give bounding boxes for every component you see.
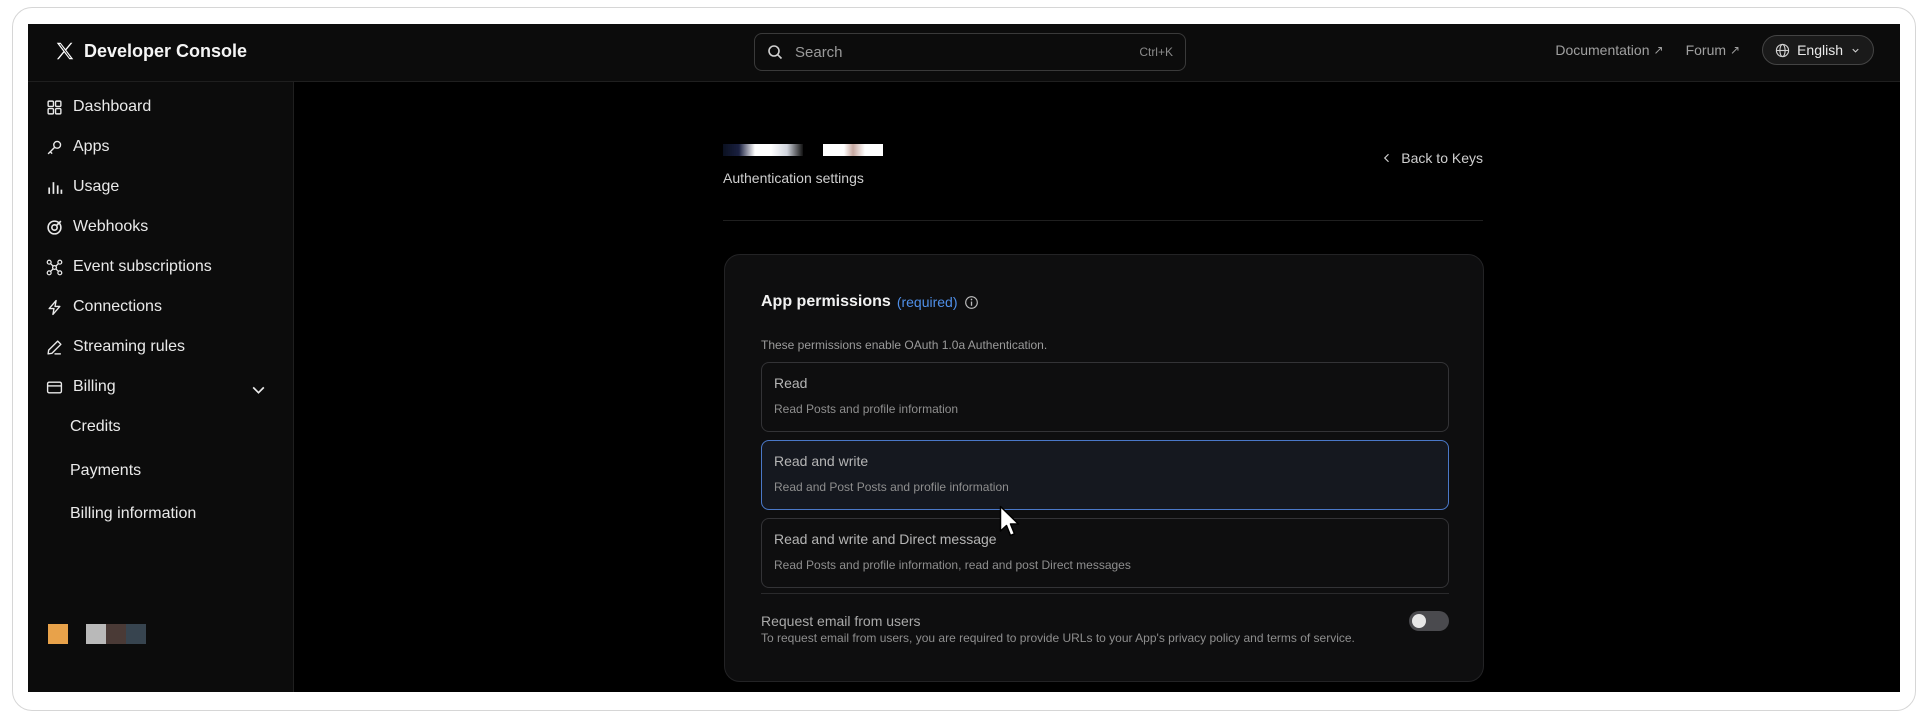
back-to-keys-link[interactable]: Back to Keys xyxy=(1381,150,1483,166)
sidebar-item-label: Event subscriptions xyxy=(73,258,212,275)
sidebar-item-streaming-rules[interactable]: Streaming rules xyxy=(46,332,185,362)
sidebar-subitem-payments[interactable]: Payments xyxy=(70,462,141,480)
sidebar-item-apps[interactable]: Apps xyxy=(46,132,109,162)
sidebar-item-webhooks[interactable]: Webhooks xyxy=(46,212,148,242)
permission-option-read-write-dm[interactable]: Read and write and Direct message Read P… xyxy=(761,518,1449,588)
chevron-left-icon xyxy=(1384,153,1390,163)
sidebar-subitem-billing-information[interactable]: Billing information xyxy=(70,505,196,523)
search-bar[interactable]: Search Ctrl+K xyxy=(754,33,1186,71)
account-avatar-row[interactable] xyxy=(48,624,146,644)
sidebar: Dashboard Apps Usage Webhooks Event subs… xyxy=(28,82,294,692)
brand[interactable]: Developer Console xyxy=(54,40,247,62)
sidebar-item-label: Usage xyxy=(73,178,120,195)
section-divider xyxy=(761,593,1449,594)
option-title: Read and write and Direct message xyxy=(774,531,997,547)
sidebar-item-label: Apps xyxy=(73,138,110,155)
sidebar-item-label: Dashboard xyxy=(73,98,152,115)
language-selector[interactable]: English xyxy=(1762,35,1874,65)
option-title: Read xyxy=(774,375,808,391)
sidebar-item-label: Billing xyxy=(73,378,116,395)
app-permissions-heading: App permissions (required) xyxy=(761,293,979,311)
forum-link-label: Forum xyxy=(1685,42,1727,58)
back-to-keys-label: Back to Keys xyxy=(1401,150,1483,166)
globe-icon xyxy=(1775,43,1790,57)
credit-card-icon xyxy=(46,380,63,394)
search-input[interactable]: Search xyxy=(795,44,1139,61)
search-icon xyxy=(768,45,783,60)
sidebar-item-label: Connections xyxy=(73,298,162,315)
required-label: (required) xyxy=(896,294,958,310)
grid-icon xyxy=(47,99,62,115)
x-logo-icon xyxy=(56,42,74,60)
account-name-redacted xyxy=(86,624,146,644)
request-email-description: To request email from users, you are req… xyxy=(761,631,1355,645)
lightning-icon xyxy=(48,299,61,315)
sidebar-item-billing[interactable]: Billing xyxy=(46,372,276,402)
nodes-icon xyxy=(46,259,63,275)
brand-title: Developer Console xyxy=(84,40,248,61)
info-icon[interactable] xyxy=(964,295,979,310)
sidebar-item-usage[interactable]: Usage xyxy=(46,172,119,202)
option-title: Read and write xyxy=(774,453,869,469)
developer-console-app: Developer Console Search Ctrl+K Document… xyxy=(28,24,1900,692)
sidebar-item-label: Webhooks xyxy=(73,218,149,235)
option-description: Read and Post Posts and profile informat… xyxy=(774,480,1009,494)
chevron-down-icon[interactable] xyxy=(250,381,267,398)
request-email-toggle[interactable] xyxy=(1409,611,1449,631)
bar-chart-icon xyxy=(48,181,63,194)
language-label: English xyxy=(1797,42,1843,58)
permission-option-read[interactable]: Read Read Posts and profile information xyxy=(761,362,1449,432)
sidebar-item-event-subscriptions[interactable]: Event subscriptions xyxy=(46,252,212,282)
sidebar-item-label: Streaming rules xyxy=(73,338,186,355)
page-header: Authentication settings Back to Keys xyxy=(723,144,1483,204)
sidebar-subitem-credits[interactable]: Credits xyxy=(70,418,121,436)
header-divider xyxy=(723,220,1483,221)
app-permissions-title: App permissions xyxy=(761,293,891,310)
avatar xyxy=(48,624,68,644)
top-links: Documentation ↗ Forum ↗ English xyxy=(1555,35,1874,65)
documentation-link[interactable]: Documentation ↗ xyxy=(1555,42,1663,58)
external-arrow-icon: ↗ xyxy=(1730,43,1741,57)
request-email-title: Request email from users xyxy=(761,613,921,629)
mouse-cursor-icon xyxy=(999,505,1020,537)
page-subtitle: Authentication settings xyxy=(723,170,864,186)
app-name-redacted xyxy=(723,144,1483,156)
sidebar-item-connections[interactable]: Connections xyxy=(46,292,162,322)
pencil-icon xyxy=(47,339,62,355)
key-icon xyxy=(47,140,62,154)
sidebar-item-dashboard[interactable]: Dashboard xyxy=(46,92,151,122)
chevron-down-icon xyxy=(1852,48,1859,53)
top-bar: Developer Console Search Ctrl+K Document… xyxy=(28,24,1900,82)
permission-option-read-and-write[interactable]: Read and write Read and Post Posts and p… xyxy=(761,440,1449,510)
documentation-link-label: Documentation xyxy=(1555,42,1650,58)
permissions-description: These permissions enable OAuth 1.0a Auth… xyxy=(761,338,1048,352)
option-description: Read Posts and profile information, read… xyxy=(774,558,1131,572)
option-description: Read Posts and profile information xyxy=(774,402,959,416)
forum-link[interactable]: Forum ↗ xyxy=(1686,42,1741,58)
toggle-knob xyxy=(1412,614,1426,628)
app-permissions-card: App permissions (required) These permiss… xyxy=(724,254,1484,682)
webhook-icon xyxy=(47,219,62,235)
external-arrow-icon: ↗ xyxy=(1653,43,1664,57)
search-shortcut: Ctrl+K xyxy=(1139,45,1173,59)
